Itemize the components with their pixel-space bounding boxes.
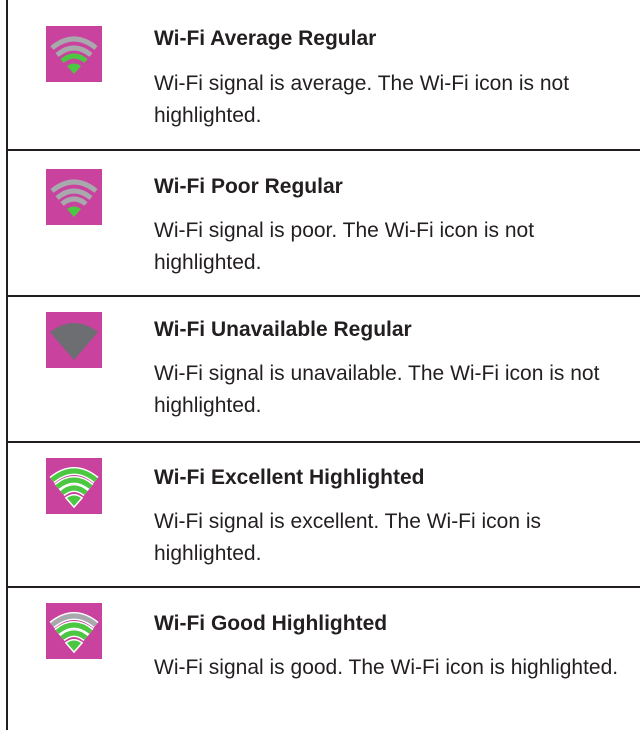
row-description: Wi-Fi signal is good. The Wi-Fi icon is … xyxy=(154,656,619,679)
row-description: Wi-Fi signal is unavailable. The Wi-Fi i… xyxy=(154,362,600,417)
table-row: Wi-Fi Excellent Highlighted Wi-Fi signal… xyxy=(6,443,640,588)
description-cell: Wi-Fi Poor Regular Wi-Fi signal is poor.… xyxy=(154,151,630,279)
description-cell: Wi-Fi Unavailable Regular Wi-Fi signal i… xyxy=(154,297,630,422)
wifi-poor-regular-icon xyxy=(46,169,102,225)
description-cell: Wi-Fi Good Highlighted Wi-Fi signal is g… xyxy=(154,588,630,684)
row-title: Wi-Fi Excellent Highlighted xyxy=(154,466,425,489)
row-title: Wi-Fi Average Regular xyxy=(154,27,377,50)
row-title: Wi-Fi Poor Regular xyxy=(154,175,343,198)
row-title: Wi-Fi Good Highlighted xyxy=(154,612,388,635)
table-row: Wi-Fi Average Regular Wi-Fi signal is av… xyxy=(6,0,640,151)
wifi-unavailable-regular-icon xyxy=(46,312,102,368)
description-cell: Wi-Fi Average Regular Wi-Fi signal is av… xyxy=(154,0,630,132)
table-row: Wi-Fi Unavailable Regular Wi-Fi signal i… xyxy=(6,297,640,443)
wifi-excellent-highlighted-icon xyxy=(46,458,102,514)
wifi-good-highlighted-icon xyxy=(46,603,102,659)
row-title: Wi-Fi Unavailable Regular xyxy=(154,318,412,341)
row-description: Wi-Fi signal is excellent. The Wi-Fi ico… xyxy=(154,510,542,565)
row-description: Wi-Fi signal is average. The Wi-Fi icon … xyxy=(154,72,570,127)
row-description: Wi-Fi signal is poor. The Wi-Fi icon is … xyxy=(154,219,535,274)
description-cell: Wi-Fi Excellent Highlighted Wi-Fi signal… xyxy=(154,443,630,570)
table-row: Wi-Fi Good Highlighted Wi-Fi signal is g… xyxy=(6,588,640,730)
table-row: Wi-Fi Poor Regular Wi-Fi signal is poor.… xyxy=(6,151,640,297)
wifi-average-regular-icon xyxy=(46,26,102,82)
wifi-icon-table: Wi-Fi Average Regular Wi-Fi signal is av… xyxy=(6,0,640,730)
